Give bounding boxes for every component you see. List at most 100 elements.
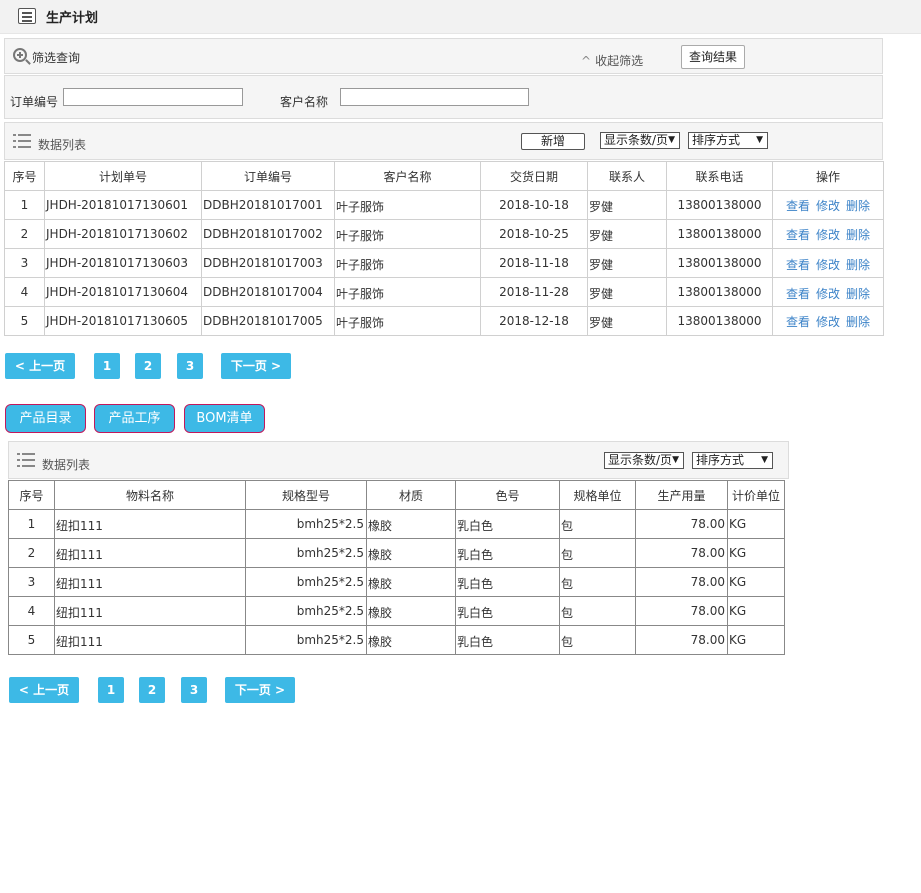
row-index: 5 bbox=[4, 306, 45, 336]
dropdown-arrow-icon: ▼ bbox=[668, 135, 675, 145]
spec-unit-cell: 包 bbox=[559, 567, 636, 597]
tab-product-process[interactable]: 产品工序 bbox=[94, 404, 175, 433]
page-2-button[interactable]: 2 bbox=[135, 353, 161, 379]
delivery-date-cell: 2018-12-18 bbox=[480, 306, 588, 336]
plan-no-cell: JHDH-20181017130602 bbox=[44, 219, 202, 249]
material-name-cell: 纽扣111 bbox=[54, 567, 246, 597]
tab-product-catalog[interactable]: 产品目录 bbox=[5, 404, 86, 433]
column-header: 联系人 bbox=[587, 161, 667, 191]
delete-link[interactable]: 删除 bbox=[846, 228, 870, 242]
table-header-row: 序号 物料名称 规格型号 材质 色号 规格单位 生产用量 计价单位 bbox=[8, 480, 785, 510]
usage-cell: 78.00 bbox=[635, 509, 728, 539]
prev-page-button[interactable]: < 上一页 bbox=[9, 677, 79, 703]
contact-cell: 罗健 bbox=[587, 219, 667, 249]
next-page-button[interactable]: 下一页 > bbox=[225, 677, 295, 703]
plan-no-cell: JHDH-20181017130603 bbox=[44, 248, 202, 278]
phone-cell: 13800138000 bbox=[666, 306, 773, 336]
delete-link[interactable]: 删除 bbox=[846, 287, 870, 301]
price-unit-cell: KG bbox=[727, 538, 785, 568]
delete-link[interactable]: 删除 bbox=[846, 258, 870, 272]
page-3-button[interactable]: 3 bbox=[177, 353, 203, 379]
query-results-button[interactable]: 查询结果 bbox=[681, 45, 745, 69]
row-index: 2 bbox=[8, 538, 55, 568]
filter-title: 筛选查询 bbox=[32, 51, 81, 65]
phone-cell: 13800138000 bbox=[666, 277, 773, 307]
tab-bom-list[interactable]: BOM清单 bbox=[184, 404, 265, 433]
edit-link[interactable]: 修改 bbox=[816, 199, 840, 213]
plan-no-cell: JHDH-20181017130604 bbox=[44, 277, 202, 307]
actions-cell: 查看 修改 删除 bbox=[772, 219, 884, 249]
edit-link[interactable]: 修改 bbox=[816, 258, 840, 272]
material-cell: 橡胶 bbox=[366, 625, 456, 655]
row-index: 3 bbox=[8, 567, 55, 597]
spec-unit-cell: 包 bbox=[559, 625, 636, 655]
table-row: 1 JHDH-20181017130601 DDBH20181017001 叶子… bbox=[4, 190, 884, 220]
color-cell: 乳白色 bbox=[455, 567, 560, 597]
material-name-cell: 纽扣111 bbox=[54, 596, 246, 626]
column-header: 规格单位 bbox=[559, 480, 636, 510]
color-cell: 乳白色 bbox=[455, 538, 560, 568]
table-row: 2 纽扣111 bmh25*2.5 橡胶 乳白色 包 78.00 KG bbox=[8, 538, 785, 568]
delete-link[interactable]: 删除 bbox=[846, 199, 870, 213]
table-row: 3 纽扣111 bmh25*2.5 橡胶 乳白色 包 78.00 KG bbox=[8, 567, 785, 597]
column-header: 物料名称 bbox=[54, 480, 246, 510]
customer-cell: 叶子服饰 bbox=[334, 306, 481, 336]
view-link[interactable]: 查看 bbox=[786, 287, 810, 301]
view-link[interactable]: 查看 bbox=[786, 315, 810, 329]
column-header: 材质 bbox=[366, 480, 456, 510]
list-icon bbox=[13, 134, 31, 148]
row-index: 5 bbox=[8, 625, 55, 655]
edit-link[interactable]: 修改 bbox=[816, 228, 840, 242]
plan-no-cell: JHDH-20181017130601 bbox=[44, 190, 202, 220]
order-no-cell: DDBH20181017001 bbox=[201, 190, 335, 220]
actions-cell: 查看 修改 删除 bbox=[772, 190, 884, 220]
page-size-select[interactable]: 显示条数/页 ▼ bbox=[600, 132, 680, 149]
sort-select[interactable]: 排序方式 ▼ bbox=[692, 452, 773, 469]
edit-link[interactable]: 修改 bbox=[816, 287, 840, 301]
customer-input[interactable] bbox=[340, 88, 529, 106]
customer-cell: 叶子服饰 bbox=[334, 190, 481, 220]
delivery-date-cell: 2018-10-25 bbox=[480, 219, 588, 249]
material-name-cell: 纽扣111 bbox=[54, 538, 246, 568]
page-3-button[interactable]: 3 bbox=[181, 677, 207, 703]
add-button[interactable]: 新增 bbox=[521, 133, 585, 150]
column-header: 交货日期 bbox=[480, 161, 588, 191]
column-header: 序号 bbox=[8, 480, 55, 510]
material-cell: 橡胶 bbox=[366, 596, 456, 626]
page-1-button[interactable]: 1 bbox=[94, 353, 120, 379]
table-row: 2 JHDH-20181017130602 DDBH20181017002 叶子… bbox=[4, 219, 884, 249]
page-2-button[interactable]: 2 bbox=[139, 677, 165, 703]
page-title: 生产计划 bbox=[46, 11, 99, 26]
table-row: 4 纽扣111 bmh25*2.5 橡胶 乳白色 包 78.00 KG bbox=[8, 596, 785, 626]
usage-cell: 78.00 bbox=[635, 625, 728, 655]
sort-select[interactable]: 排序方式 ▼ bbox=[688, 132, 768, 149]
next-page-button[interactable]: 下一页 > bbox=[221, 353, 291, 379]
zoom-in-icon bbox=[13, 48, 27, 62]
order-no-cell: DDBH20181017005 bbox=[201, 306, 335, 336]
page-size-select[interactable]: 显示条数/页 ▼ bbox=[604, 452, 684, 469]
price-unit-cell: KG bbox=[727, 509, 785, 539]
spec-cell: bmh25*2.5 bbox=[245, 596, 367, 626]
view-link[interactable]: 查看 bbox=[786, 228, 810, 242]
view-link[interactable]: 查看 bbox=[786, 199, 810, 213]
delete-link[interactable]: 删除 bbox=[846, 315, 870, 329]
row-index: 1 bbox=[4, 190, 45, 220]
table-row: 5 纽扣111 bmh25*2.5 橡胶 乳白色 包 78.00 KG bbox=[8, 625, 785, 655]
list-icon bbox=[18, 8, 36, 24]
delivery-date-cell: 2018-10-18 bbox=[480, 190, 588, 220]
prev-page-button[interactable]: < 上一页 bbox=[5, 353, 75, 379]
delivery-date-cell: 2018-11-28 bbox=[480, 277, 588, 307]
usage-cell: 78.00 bbox=[635, 567, 728, 597]
row-index: 4 bbox=[4, 277, 45, 307]
page-1-button[interactable]: 1 bbox=[98, 677, 124, 703]
color-cell: 乳白色 bbox=[455, 509, 560, 539]
order-no-input[interactable] bbox=[63, 88, 243, 106]
column-header: 操作 bbox=[772, 161, 884, 191]
spec-cell: bmh25*2.5 bbox=[245, 567, 367, 597]
contact-cell: 罗健 bbox=[587, 248, 667, 278]
actions-cell: 查看 修改 删除 bbox=[772, 248, 884, 278]
view-link[interactable]: 查看 bbox=[786, 258, 810, 272]
edit-link[interactable]: 修改 bbox=[816, 315, 840, 329]
collapse-filter-toggle[interactable]: ^ 收起筛选 bbox=[581, 52, 643, 69]
chevron-up-icon: ^ bbox=[581, 54, 592, 68]
